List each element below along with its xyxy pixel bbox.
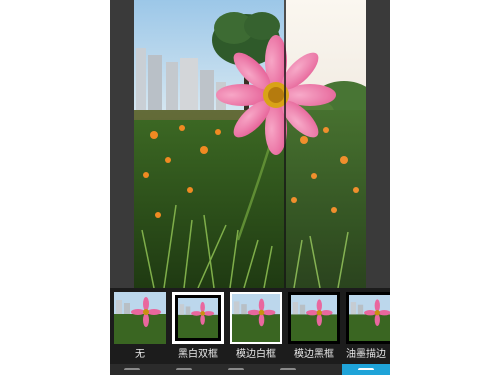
- frame-option-double[interactable]: 黑白双框: [172, 292, 224, 362]
- thumbnail-photo: [291, 295, 337, 341]
- thumbnail-photo: [349, 295, 390, 341]
- frame-icon[interactable]: [358, 368, 374, 375]
- preview-photo: [134, 0, 366, 288]
- thumbnail-photo: [232, 294, 280, 342]
- photo-editor-app: 无 黑白双框 模边白框 模边黑框 油墨描边: [110, 0, 390, 375]
- frame-option-label: 油墨描边: [346, 349, 386, 360]
- frame-strip: 无 黑白双框 模边白框 模边黑框 油墨描边: [110, 288, 390, 364]
- photo-preview[interactable]: [134, 0, 366, 288]
- frame-option-none[interactable]: 无: [114, 292, 166, 362]
- frame-thumbnail: [172, 292, 224, 344]
- adjust-icon[interactable]: [176, 368, 192, 375]
- frame-option-label: 模边黑框: [294, 349, 334, 360]
- frame-thumbnail: [230, 292, 282, 344]
- frame-option-white[interactable]: 模边白框: [230, 292, 282, 362]
- frame-option-ink[interactable]: 油墨描边: [346, 292, 390, 362]
- frame-option-label: 模边白框: [236, 349, 276, 360]
- frame-option-label: 无: [135, 349, 145, 360]
- frame-thumbnail: [346, 292, 390, 344]
- compare-split-line[interactable]: [284, 0, 286, 288]
- frame-option-black[interactable]: 模边黑框: [288, 292, 340, 362]
- frame-tab-active[interactable]: [342, 364, 390, 375]
- thumbnail-photo: [178, 298, 218, 338]
- frame-option-label: 黑白双框: [178, 349, 218, 360]
- effects-icon[interactable]: [280, 368, 296, 375]
- edit-icon[interactable]: [228, 368, 244, 375]
- frame-thumbnail: [288, 292, 340, 344]
- bottom-toolbar: [110, 364, 390, 375]
- crop-icon[interactable]: [124, 368, 140, 375]
- frame-thumbnail: [114, 292, 166, 344]
- thumbnail-photo: [114, 292, 166, 344]
